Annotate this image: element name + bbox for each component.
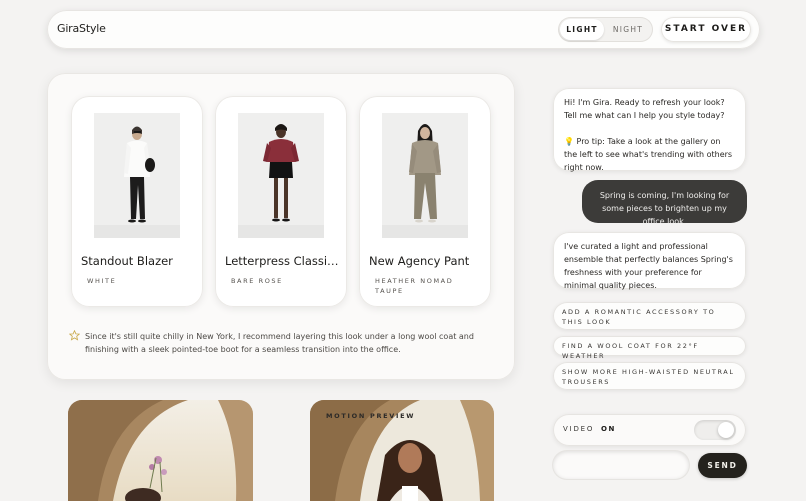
star-icon <box>69 330 80 341</box>
suggestion-chip[interactable]: SHOW MORE HIGH-WAISTED NEUTRAL TROUSERS <box>553 362 746 390</box>
product-color: BARE ROSE <box>231 277 283 285</box>
gallery-panel: Standout Blazer WHITE Letterpress Classi… <box>47 73 515 380</box>
product-name: Letterpress Classic Po... <box>225 254 341 268</box>
motion-preview-card[interactable]: MOTION PREVIEW <box>310 400 494 501</box>
product-card[interactable]: Standout Blazer WHITE <box>71 96 203 307</box>
product-color: HEATHER NOMAD TAUPE <box>375 277 454 295</box>
product-photo <box>382 113 468 238</box>
product-name: New Agency Pant <box>369 254 470 268</box>
assistant-message: I've curated a light and professional en… <box>553 232 746 290</box>
product-card[interactable]: New Agency Pant HEATHER NOMAD TAUPE <box>359 96 491 307</box>
video-toggle-switch[interactable] <box>694 420 736 440</box>
theme-toggle[interactable]: LIGHT NIGHT <box>558 17 653 42</box>
theme-night-option[interactable]: NIGHT <box>606 17 650 42</box>
message-input[interactable] <box>553 451 689 479</box>
look-image-card[interactable] <box>68 400 253 501</box>
suggestion-chip[interactable]: ADD A ROMANTIC ACCESSORY TO THIS LOOK <box>553 302 746 330</box>
product-name: Standout Blazer <box>81 254 173 268</box>
product-photo <box>238 113 324 238</box>
send-button[interactable]: SEND <box>698 453 747 478</box>
product-color: WHITE <box>87 277 117 285</box>
suggestion-chip[interactable]: FIND A WOOL COAT FOR 22°F WEATHER <box>553 336 746 360</box>
theme-light-option[interactable]: LIGHT <box>560 19 604 40</box>
brand-logo[interactable]: GiraStyle <box>57 22 106 35</box>
user-message: Spring is coming, I'm looking for some p… <box>582 180 747 226</box>
video-label: VIDEO <box>563 425 595 433</box>
message-text: Spring is coming, I'm looking for some p… <box>599 191 730 226</box>
tip-text: Since it's still quite chilly in New Yor… <box>85 332 474 354</box>
video-state: ON <box>601 425 616 433</box>
video-toggle-row: VIDEO ON <box>553 414 746 446</box>
message-text: I've curated a light and professional en… <box>564 242 733 290</box>
message-text: 💡 Pro tip: Take a look at the gallery on… <box>564 137 733 172</box>
product-card[interactable]: Letterpress Classic Po... BARE ROSE <box>215 96 347 307</box>
top-bar: GiraStyle LIGHT NIGHT START OVER <box>47 10 760 49</box>
toggle-knob[interactable] <box>718 422 734 438</box>
product-photo <box>94 113 180 238</box>
assistant-message: Hi! I'm Gira. Ready to refresh your look… <box>553 88 746 172</box>
start-over-button[interactable]: START OVER <box>661 17 751 42</box>
motion-preview-label: MOTION PREVIEW <box>326 412 416 420</box>
message-text: Hi! I'm Gira. Ready to refresh your look… <box>564 98 725 120</box>
